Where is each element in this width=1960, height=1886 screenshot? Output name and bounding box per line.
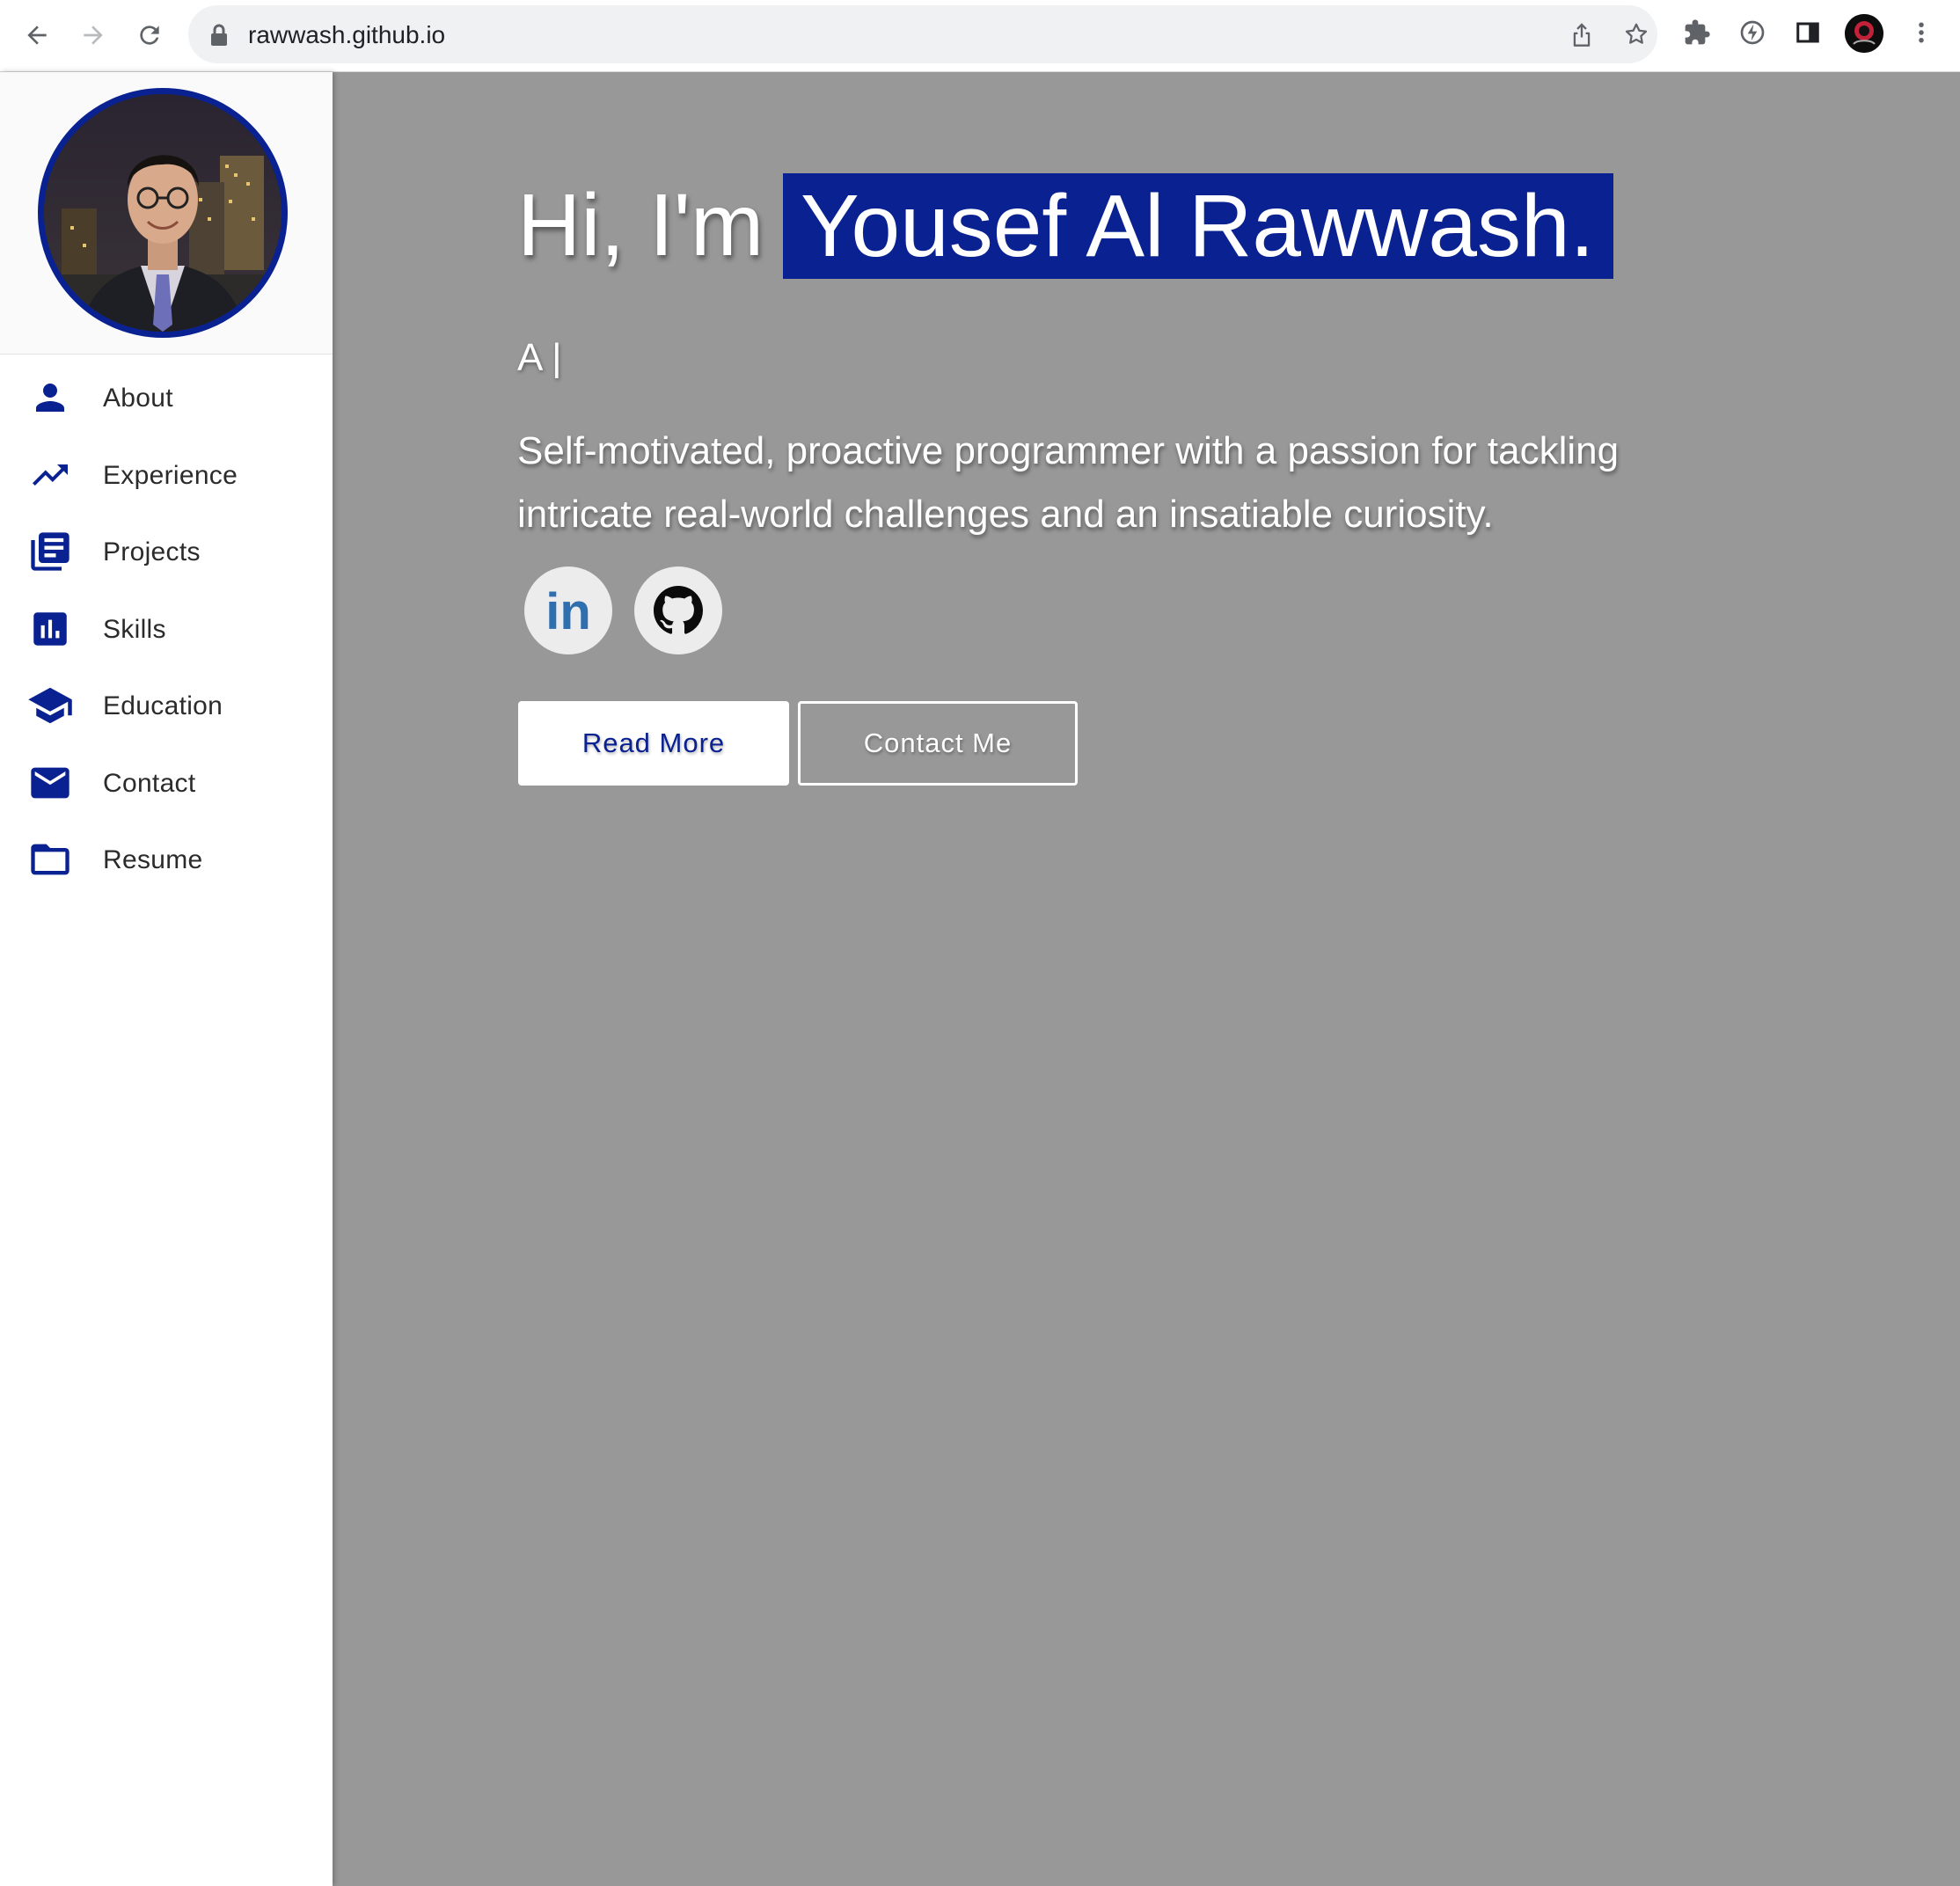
lock-icon (211, 24, 227, 46)
school-icon (26, 683, 74, 728)
profile-avatar-icon (1845, 14, 1883, 53)
address-bar[interactable]: rawwash.github.io (188, 5, 1657, 63)
bookmark-button[interactable] (1622, 20, 1650, 48)
sidebar-item-label: Education (103, 691, 223, 720)
reload-button[interactable] (127, 12, 172, 58)
mail-icon (26, 760, 74, 806)
extensions-button[interactable] (1679, 15, 1715, 50)
performance-button[interactable] (1735, 15, 1770, 50)
sidebar-header (0, 72, 333, 355)
person-icon (26, 375, 74, 420)
typed-text: A | (517, 336, 562, 379)
lightning-icon (1740, 20, 1765, 45)
sidebar-item-education[interactable]: Education (0, 670, 333, 741)
side-panel-button[interactable] (1790, 15, 1825, 50)
read-more-button[interactable]: Read More (518, 701, 789, 786)
share-button[interactable] (1568, 20, 1596, 48)
more-menu-button[interactable] (1904, 15, 1939, 50)
linkedin-link[interactable]: in (524, 567, 612, 654)
hero-section: Hi, I'm Yousef Al Rawwash. A | Self-moti… (333, 72, 1960, 1886)
linkedin-icon: in (545, 584, 591, 637)
sidebar-item-label: Resume (103, 845, 203, 874)
sidebar-item-label: Contact (103, 769, 196, 798)
profile-photo (38, 88, 288, 338)
browser-toolbar: rawwash.github.io (0, 0, 1960, 72)
url-text: rawwash.github.io (248, 21, 446, 48)
back-button[interactable] (14, 12, 60, 58)
profile-avatar[interactable] (1845, 14, 1883, 53)
forward-button[interactable] (70, 12, 116, 58)
back-icon (27, 26, 47, 45)
linkedin-text: in (545, 584, 591, 637)
sidebar-item-label: Projects (103, 537, 201, 567)
sidebar-item-contact[interactable]: Contact (0, 748, 333, 818)
sidebar-item-skills[interactable]: Skills (0, 594, 333, 664)
trending-up-icon (26, 452, 74, 498)
side-panel-icon (1796, 22, 1819, 43)
reload-icon (140, 26, 159, 45)
hero-greeting: Hi, I'm (517, 176, 764, 274)
sidebar: About Experience Projects Skills Educati… (0, 72, 333, 1886)
extensions-icon (1685, 19, 1710, 45)
github-link[interactable] (634, 567, 722, 654)
star-icon (1625, 23, 1648, 44)
sidebar-item-experience[interactable]: Experience (0, 440, 333, 510)
sidebar-item-label: Experience (103, 461, 238, 490)
github-icon (654, 586, 703, 634)
sidebar-item-projects[interactable]: Projects (0, 516, 333, 587)
folder-icon (26, 837, 74, 882)
hero-name: Yousef Al Rawwash. (783, 173, 1614, 279)
hero-bio: Self-motivated, proactive programmer wit… (517, 429, 1620, 536)
library-books-icon (26, 529, 74, 574)
sidebar-item-about[interactable]: About (0, 362, 333, 433)
sidebar-item-label: About (103, 384, 173, 413)
contact-me-button[interactable]: Contact Me (798, 701, 1078, 786)
bar-chart-icon (26, 606, 74, 652)
forward-icon (84, 26, 103, 45)
sidebar-item-resume[interactable]: Resume (0, 824, 333, 895)
share-icon (1573, 23, 1591, 47)
more-icon (1919, 22, 1924, 43)
sidebar-item-label: Skills (103, 615, 166, 644)
